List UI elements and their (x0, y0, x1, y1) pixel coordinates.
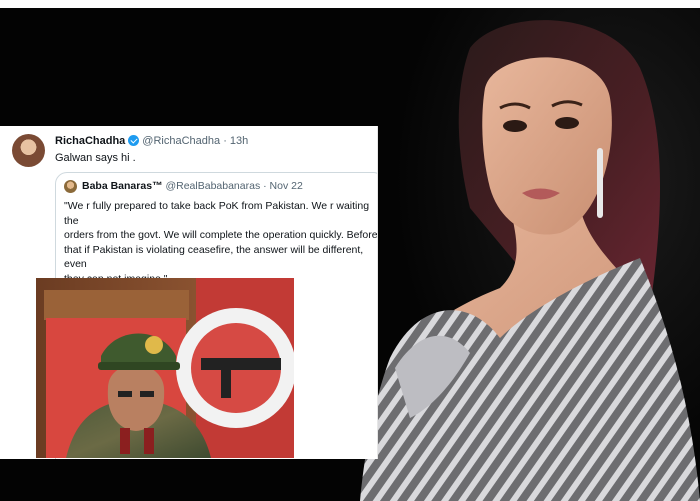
quoted-tweet-time: Nov 22 (269, 180, 303, 192)
tweet-time[interactable]: 13h (230, 135, 248, 147)
screenshot-frame: RichaChadha @RichaChadha · 13h Galwan say… (0, 0, 700, 501)
tweet-card[interactable]: RichaChadha @RichaChadha · 13h Galwan say… (0, 126, 378, 459)
quote-line: orders from the govt. We will complete t… (64, 229, 378, 241)
tweet-text: Galwan says hi . (55, 152, 136, 164)
quoted-author-name: Baba Banaras™ (82, 180, 163, 192)
dark-photo-background: RichaChadha @RichaChadha · 13h Galwan say… (0, 8, 700, 501)
quote-line: that if Pakistan is violating ceasefire,… (64, 243, 364, 271)
tweet-header: RichaChadha @RichaChadha · 13h (55, 134, 248, 148)
header-separator: · (223, 135, 227, 147)
quoted-tweet-header: Baba Banaras™ @RealBababanaras · Nov 22 (82, 180, 303, 193)
quoted-author-avatar (64, 180, 77, 193)
author-handle[interactable]: @RichaChadha (142, 135, 220, 147)
author-avatar[interactable] (12, 134, 45, 167)
quoted-author-handle: @RealBababanaras (165, 180, 261, 192)
quoted-header-separator: · (263, 180, 267, 192)
quote-line: "We r fully prepared to take back PoK fr… (64, 200, 370, 227)
quoted-tweet-photo[interactable] (36, 278, 294, 458)
author-name[interactable]: RichaChadha (55, 135, 125, 147)
verified-badge-icon (128, 135, 140, 146)
